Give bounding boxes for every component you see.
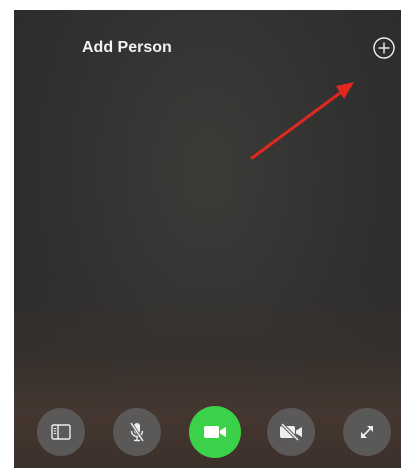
plus-circle-icon [373, 37, 395, 59]
video-camera-icon [204, 426, 226, 438]
video-call-window: Add Person [14, 10, 401, 468]
sidebar-icon [51, 424, 71, 440]
mute-button[interactable] [113, 408, 161, 456]
expand-icon [361, 426, 373, 438]
mic-muted-icon [129, 422, 145, 442]
sidebar-toggle-button[interactable] [37, 408, 85, 456]
fullscreen-button[interactable] [343, 408, 391, 456]
camera-button[interactable] [189, 406, 241, 458]
video-off-icon [280, 423, 302, 441]
annotation-arrow [250, 82, 354, 160]
camera-off-button[interactable] [267, 408, 315, 456]
add-person-button[interactable] [373, 37, 395, 59]
add-person-title: Add Person [82, 39, 172, 56]
call-controls-bar [14, 406, 401, 458]
